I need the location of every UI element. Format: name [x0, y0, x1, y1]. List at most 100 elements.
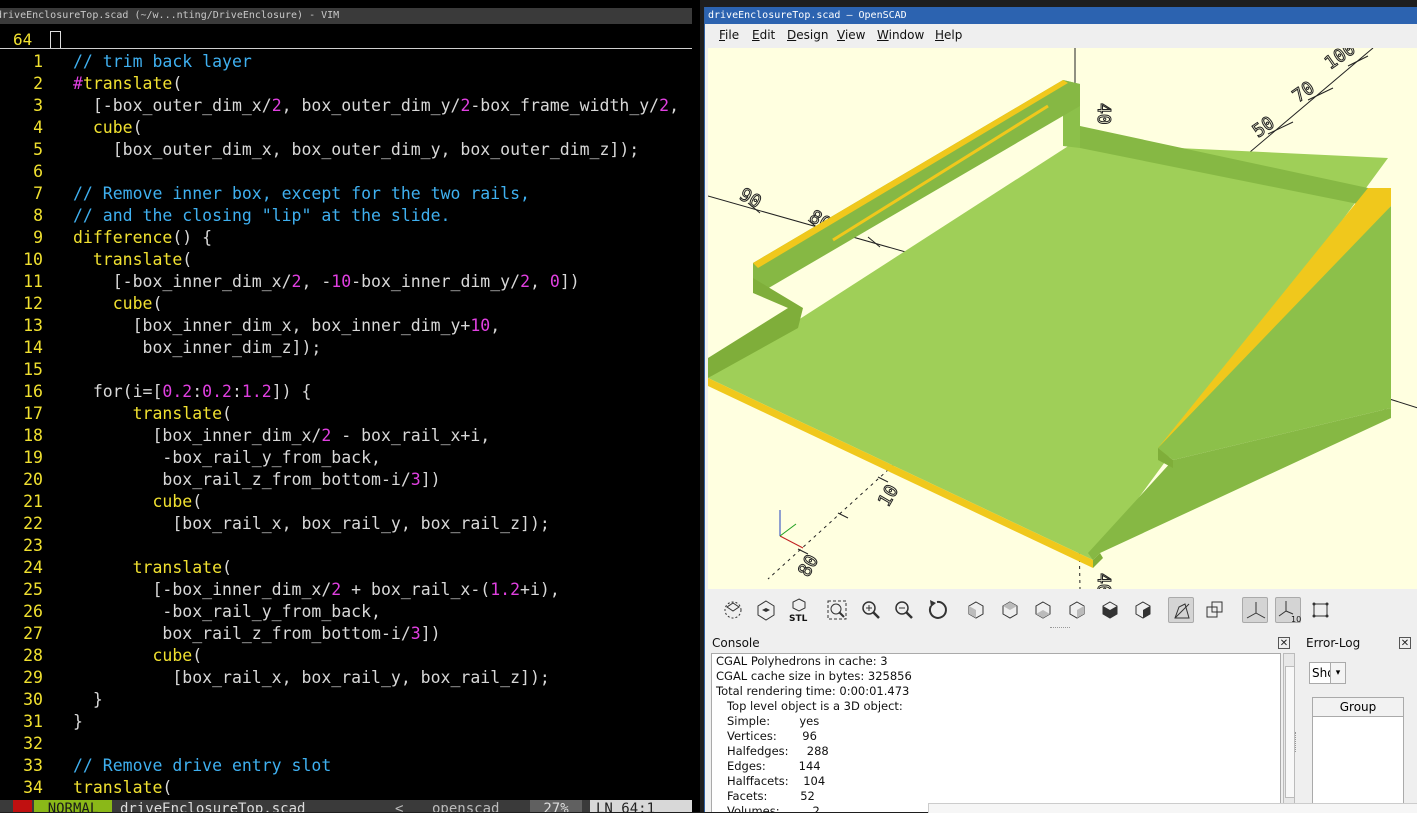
console-scroll-thumb[interactable] [1285, 666, 1295, 798]
code-token: , [530, 272, 550, 291]
code-line[interactable]: 9 difference() { [0, 228, 700, 250]
menu-view[interactable]: View [837, 28, 865, 42]
render-icon[interactable] [753, 597, 779, 623]
code-token: difference [73, 228, 173, 247]
show-edges-icon[interactable] [1308, 597, 1334, 623]
code-line[interactable]: 19 -box_rail_y_from_back, [0, 448, 700, 470]
code-line[interactable]: 1 // trim back layer [0, 52, 700, 74]
menu-help[interactable]: Help [935, 28, 962, 42]
code-token: , [669, 96, 679, 115]
code-line[interactable]: 18 [box_inner_dim_x/2 - box_rail_x+i, [0, 426, 700, 448]
code-line[interactable]: 7 // Remove inner box, except for the two… [0, 184, 700, 206]
export-stl-icon[interactable]: STL [786, 597, 812, 623]
code-line[interactable]: 33 // Remove drive entry slot [0, 756, 700, 778]
view-bottom-icon[interactable] [1030, 597, 1056, 623]
reset-view-icon[interactable] [924, 597, 950, 623]
view-top-icon[interactable] [997, 597, 1023, 623]
code-line[interactable]: 3 [-box_outer_dim_x/2, box_outer_dim_y/2… [0, 96, 700, 118]
console-line: Top level object is a 3D object: [716, 699, 903, 713]
preview-icon[interactable] [720, 597, 746, 623]
code-line[interactable]: 15 [0, 360, 700, 382]
code-line[interactable]: 17 translate( [0, 404, 700, 426]
code-line[interactable]: 32 [0, 734, 700, 756]
code-line[interactable]: 28 cube( [0, 646, 700, 668]
vim-code-area[interactable]: 1// trim back layer 2 #translate(3 [-box_o… [0, 52, 700, 800]
code-line[interactable]: 14 box_inner_dim_z]); [0, 338, 700, 360]
code-line[interactable]: 22 [box_rail_x, box_rail_y, box_rail_z])… [0, 514, 700, 536]
code-token: 2 [271, 96, 282, 115]
vim-status-filename: driveEnclosureTop.scad [120, 801, 306, 812]
show-scale-icon[interactable]: 10 [1275, 597, 1301, 624]
code-line[interactable]: 8 // and the closing "lip" at the slide. [0, 206, 700, 228]
code-line[interactable]: 26 -box_rail_y_from_back, [0, 602, 700, 624]
line-number: 34 [23, 778, 43, 797]
code-token: : [231, 382, 242, 401]
error-log-column-group[interactable]: Group [1313, 698, 1403, 717]
console-scrollbar[interactable] [1283, 653, 1295, 812]
perspective-icon[interactable] [1168, 597, 1194, 623]
code-line[interactable]: 6 [0, 162, 700, 184]
code-line[interactable]: 24 translate( [0, 558, 700, 580]
code-line[interactable]: 10 translate( [0, 250, 700, 272]
view-front-icon[interactable] [1097, 597, 1123, 623]
view-all-icon[interactable] [824, 597, 850, 623]
error-log-close-button[interactable]: ✕ [1399, 637, 1411, 649]
menu-file[interactable]: File [719, 28, 739, 42]
vim-status-position: LN 64:1 [590, 800, 692, 812]
view-right-icon[interactable] [963, 597, 989, 623]
code-line[interactable]: 30 } [0, 690, 700, 712]
zoom-in-icon[interactable] [858, 597, 884, 623]
code-token: - box_rail_x+i, [331, 426, 491, 445]
openscad-title-bar[interactable]: driveEnclosureTop.scad — OpenSCAD [705, 7, 1417, 24]
view-back-icon[interactable] [1130, 597, 1156, 623]
code-token: 1.2 [241, 382, 272, 401]
code-line[interactable]: 2 #translate( [0, 74, 700, 96]
menu-edit[interactable]: Edit [752, 28, 775, 42]
show-axes-icon[interactable] [1242, 597, 1268, 623]
code-line[interactable]: 25 [-box_inner_dim_x/2 + box_rail_x-(1.2… [0, 580, 700, 602]
error-log-table[interactable]: Group [1312, 697, 1404, 812]
code-line[interactable]: 12 cube( [0, 294, 700, 316]
svg-text:10: 10 [1291, 615, 1301, 624]
zoom-out-icon[interactable] [891, 597, 917, 623]
menu-window[interactable]: Window [877, 28, 924, 42]
line-number: 25 [23, 580, 43, 599]
code-token: box_rail_z_from_bottom-i/ [73, 470, 411, 489]
code-token: ( [182, 250, 193, 269]
line-number: 29 [23, 668, 43, 687]
menu-design[interactable]: Design [787, 28, 828, 42]
code-line[interactable]: 16 for(i=[0.2:0.2:1.2]) { [0, 382, 700, 404]
3d-viewport[interactable]: 40 20 90 80 50 10 60 100 70 50 30 20 10 … [708, 48, 1417, 589]
code-line[interactable]: 11 [-box_inner_dim_x/2, -10-box_inner_di… [0, 272, 700, 294]
code-line[interactable]: 29 [box_rail_x, box_rail_y, box_rail_z])… [0, 668, 700, 690]
code-line[interactable]: 20 box_rail_z_from_bottom-i/3]) [0, 470, 700, 492]
code-line[interactable]: 21 cube( [0, 492, 700, 514]
svg-text:STL: STL [789, 614, 808, 623]
code-line[interactable]: 27 box_rail_z_from_bottom-i/3]) [0, 624, 700, 646]
line-text: // Remove drive entry slot [73, 756, 331, 775]
code-line[interactable]: 31} [0, 712, 700, 734]
code-line[interactable]: 34 translate( [0, 778, 700, 800]
code-line[interactable]: 13 [box_inner_dim_x, box_inner_dim_y+10, [0, 316, 700, 338]
menu-bar: File Edit Design View Window Help [705, 24, 1417, 48]
toolbar-grip[interactable] [1050, 627, 1070, 631]
code-token: translate [73, 778, 163, 797]
console-output[interactable]: CGAL Polyhedrons in cache: 3 CGAL cache s… [711, 653, 1281, 812]
axis-label-100: 100 [1321, 48, 1360, 74]
code-token: translate [132, 558, 223, 577]
console-line: Total rendering time: 0:00:01.473 [716, 684, 910, 698]
chevron-down-icon[interactable]: ▾ [1330, 662, 1346, 684]
line-text: [-box_inner_dim_x/2 + box_rail_x-(1.2+i)… [73, 580, 559, 599]
code-line[interactable]: 4 cube( [0, 118, 700, 140]
console-close-button[interactable]: ✕ [1278, 637, 1290, 649]
orthogonal-icon[interactable] [1202, 597, 1228, 623]
error-log-title: Error-Log [1306, 636, 1361, 650]
console-line: Halfedges: 288 [716, 744, 829, 758]
view-left-icon[interactable] [1064, 597, 1090, 623]
panel-splitter[interactable] [1295, 732, 1299, 752]
code-line[interactable]: 23 [0, 536, 700, 558]
code-line[interactable]: 5 [box_outer_dim_x, box_outer_dim_y, box… [0, 140, 700, 162]
